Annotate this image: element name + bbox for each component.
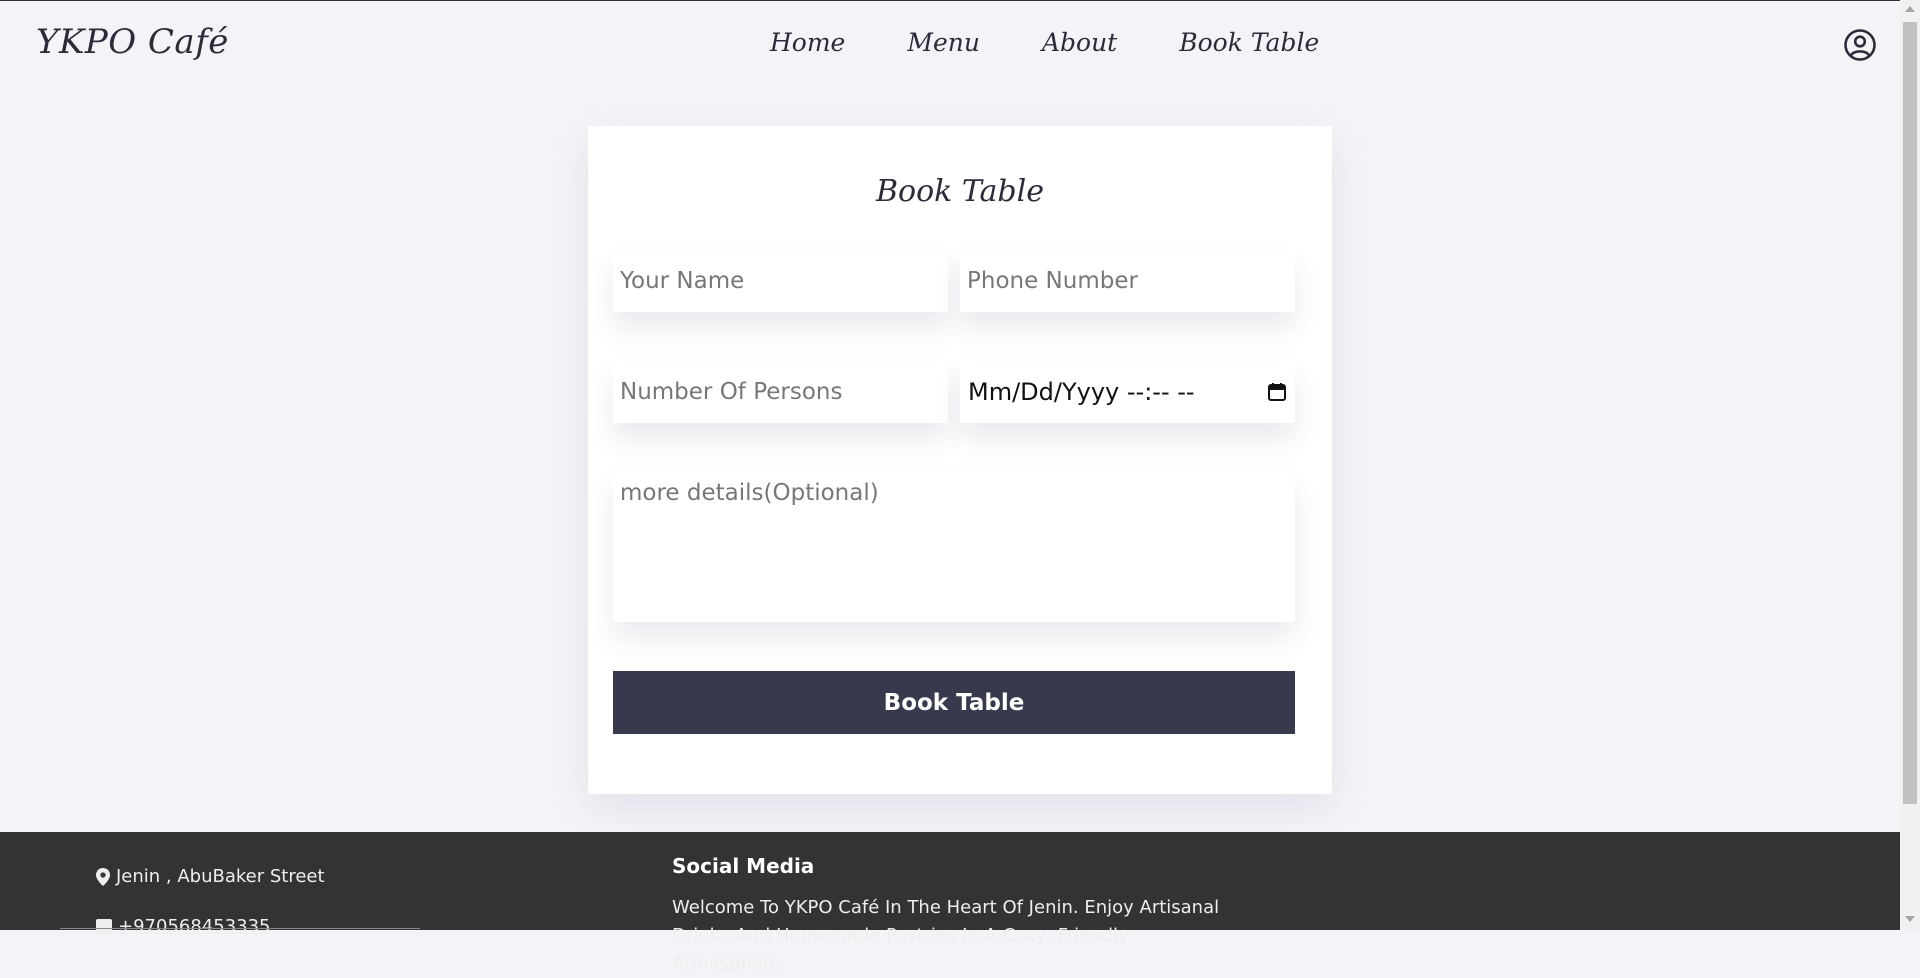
- phone-text: +970568453335: [118, 916, 271, 937]
- nav-menu[interactable]: Menu: [907, 28, 980, 57]
- persons-input[interactable]: [613, 361, 948, 423]
- book-table-button[interactable]: Book Table: [613, 671, 1295, 734]
- calendar-icon[interactable]: [1267, 382, 1287, 402]
- scroll-down-arrow-icon[interactable]: [1905, 916, 1915, 922]
- phone-input[interactable]: [960, 250, 1295, 312]
- site-logo[interactable]: YKPO Café: [36, 22, 229, 62]
- main-nav: Home Menu About Book Table: [770, 28, 1319, 57]
- scroll-up-arrow-icon[interactable]: [1905, 6, 1915, 12]
- datetime-input[interactable]: Mm/Dd/Yyyy --:-- --: [960, 361, 1295, 423]
- datetime-value: Mm/Dd/Yyyy --:-- --: [968, 378, 1195, 406]
- scroll-thumb[interactable]: [1903, 22, 1917, 804]
- details-textarea[interactable]: [613, 472, 1295, 622]
- social-media-heading: Social Media: [672, 854, 815, 878]
- user-circle-icon[interactable]: [1843, 28, 1877, 62]
- site-footer: Jenin , AbuBaker Street +970568453335 So…: [0, 832, 1900, 974]
- nav-home[interactable]: Home: [770, 28, 845, 57]
- footer-about-text: Welcome To YKPO Café In The Heart Of Jen…: [672, 897, 1220, 974]
- site-header: YKPO Café Home Menu About Book Table: [0, 0, 1900, 88]
- phone-icon: [96, 918, 112, 935]
- map-pin-icon: [96, 867, 110, 886]
- nav-about[interactable]: About: [1042, 28, 1117, 57]
- nav-book-table[interactable]: Book Table: [1179, 28, 1319, 57]
- footer-phone[interactable]: +970568453335: [96, 916, 271, 937]
- form-title: Book Table: [875, 174, 1044, 209]
- name-input[interactable]: [613, 250, 948, 312]
- footer-address: Jenin , AbuBaker Street: [96, 866, 325, 887]
- address-text: Jenin , AbuBaker Street: [116, 866, 325, 887]
- scrollbar[interactable]: [1900, 0, 1920, 930]
- footer-divider: [60, 928, 420, 929]
- book-table-card: Book Table Mm/Dd/Yyyy --:-- -- Book Tabl…: [588, 126, 1332, 794]
